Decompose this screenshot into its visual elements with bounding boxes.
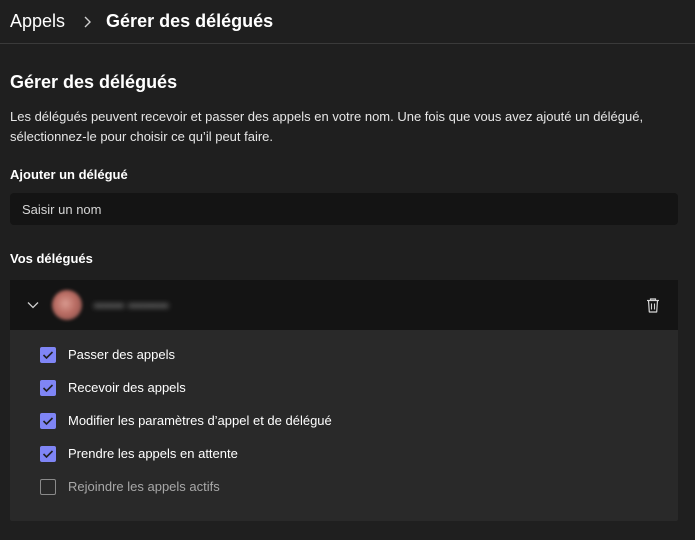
checkmark-icon [42,416,54,425]
permission-join-active-calls[interactable]: Rejoindre les appels actifs [40,470,678,503]
breadcrumb-calls-link[interactable]: Appels [10,11,65,32]
permission-label: Recevoir des appels [68,380,186,395]
your-delegates-label: Vos délégués [10,251,93,266]
permission-make-calls[interactable]: Passer des appels [40,338,678,371]
permissions-list: Passer des appels Recevoir des appels Mo… [10,330,678,521]
permission-pick-up-held-calls[interactable]: Prendre les appels en attente [40,437,678,470]
add-delegate-label: Ajouter un délégué [10,167,128,182]
add-delegate-field[interactable] [10,193,678,225]
permission-receive-calls[interactable]: Recevoir des appels [40,371,678,404]
delegate-row[interactable]: •••••• •••••••• [10,280,678,330]
checkbox-pick-up-held-calls[interactable] [40,445,56,462]
checkmark-icon [42,449,54,458]
permission-label: Prendre les appels en attente [68,446,238,461]
breadcrumb: Appels Gérer des délégués [0,0,695,44]
avatar [52,290,82,320]
chevron-right-icon [83,16,92,28]
permission-label: Passer des appels [68,347,175,362]
delegate-name: •••••• •••••••• [94,297,169,313]
permission-label: Rejoindre les appels actifs [68,479,220,494]
main-content: Gérer des délégués Les délégués peuvent … [0,71,695,521]
permission-label: Modifier les paramètres d’appel et de dé… [68,413,332,428]
checkmark-icon [42,383,54,392]
breadcrumb-current: Gérer des délégués [106,11,274,31]
trash-icon[interactable] [644,296,662,314]
checkbox-make-calls[interactable] [40,346,56,363]
page-title: Gérer des délégués [10,72,178,92]
description-text: Les délégués peuvent recevoir et passer … [10,109,644,144]
delegate-card: •••••• •••••••• Passer des appels Recevo… [10,280,678,521]
checkbox-change-settings[interactable] [40,412,56,429]
permission-change-settings[interactable]: Modifier les paramètres d’appel et de dé… [40,404,678,437]
chevron-down-icon[interactable] [26,298,40,312]
checkbox-receive-calls[interactable] [40,379,56,396]
checkbox-join-active-calls[interactable] [40,478,56,495]
checkmark-icon [42,350,54,359]
add-delegate-input[interactable] [22,201,662,217]
manage-delegates-page: Appels Gérer des délégués Gérer des délé… [0,0,695,540]
